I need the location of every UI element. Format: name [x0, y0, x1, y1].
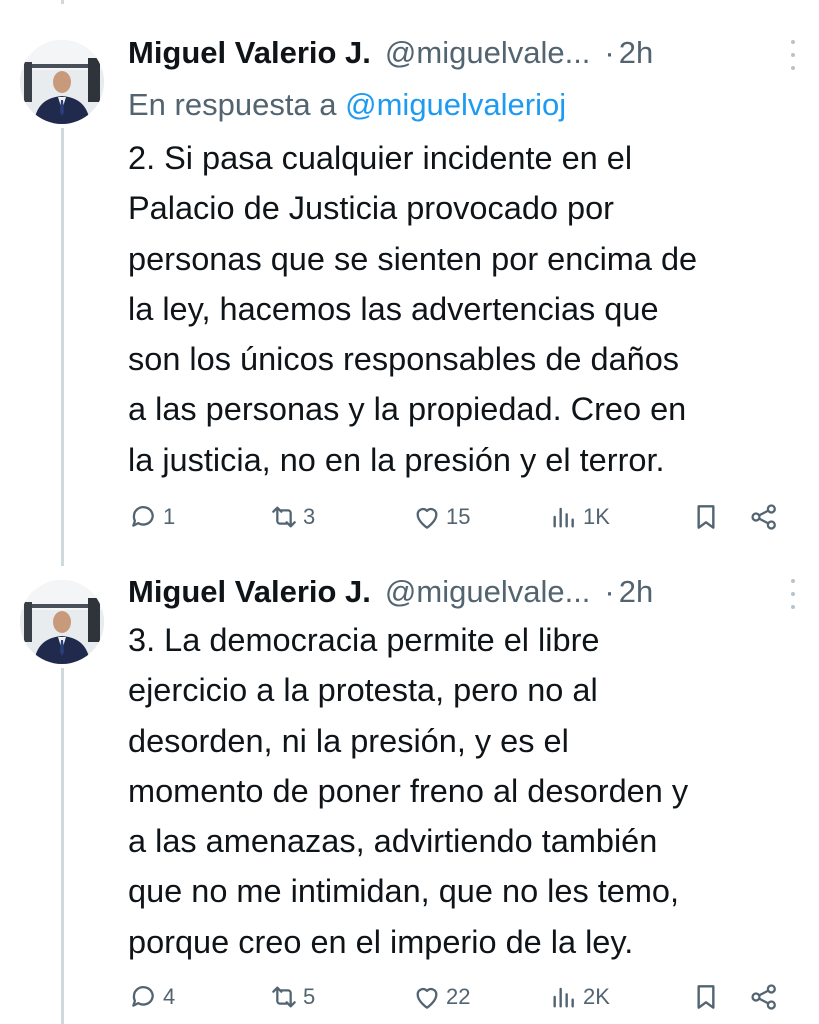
- views-button[interactable]: 1K: [548, 499, 610, 535]
- retweet-icon: [272, 986, 296, 1008]
- views-count: 1K: [583, 504, 610, 529]
- heart-icon: [416, 987, 438, 1009]
- reply-button[interactable]: 1: [128, 499, 175, 535]
- retweet-button[interactable]: 5: [268, 979, 315, 1015]
- timestamp[interactable]: 2h: [619, 572, 653, 612]
- like-button[interactable]: 22: [411, 979, 470, 1015]
- tweet[interactable]: Miguel Valerio J. @miguelvale... · 2h En…: [0, 0, 819, 560]
- heart-icon: [416, 507, 438, 529]
- more-vertical-icon[interactable]: [787, 579, 799, 609]
- bookmark-button[interactable]: [690, 499, 722, 535]
- reply-button[interactable]: 4: [128, 979, 175, 1015]
- like-count: 15: [446, 504, 471, 529]
- views-button[interactable]: 2K: [548, 979, 610, 1015]
- author-name[interactable]: Miguel Valerio J.: [128, 572, 371, 612]
- separator: ·: [604, 574, 615, 609]
- tweet[interactable]: Miguel Valerio J. @miguelvale... · 2h 3.…: [0, 560, 819, 1024]
- more-vertical-icon[interactable]: [787, 40, 799, 70]
- bookmark-icon: [697, 985, 715, 1009]
- tweet-text: 3. La democracia permite el libre ejerci…: [128, 622, 689, 960]
- share-icon: [751, 984, 776, 1010]
- reply-context: En respuesta a @miguelvalerioj: [128, 85, 566, 125]
- tweet-header: Miguel Valerio J. @miguelvale... · 2h: [128, 572, 807, 612]
- retweet-count: 3: [303, 504, 316, 529]
- author-handle[interactable]: @miguelvale...: [385, 33, 591, 73]
- bookmark-icon: [697, 505, 715, 529]
- author-name[interactable]: Miguel Valerio J.: [128, 33, 371, 73]
- views-icon: [553, 987, 574, 1008]
- reply-handle-link[interactable]: @miguelvalerioj: [345, 87, 566, 122]
- avatar[interactable]: [20, 580, 104, 664]
- views-count: 2K: [583, 984, 610, 1009]
- share-button[interactable]: [748, 979, 780, 1015]
- separator: ·: [604, 35, 615, 70]
- bookmark-button[interactable]: [690, 979, 722, 1015]
- views-icon: [553, 507, 574, 528]
- reply-count: 4: [163, 984, 176, 1009]
- like-button[interactable]: 15: [411, 499, 470, 535]
- share-icon: [751, 504, 776, 530]
- avatar-image: [20, 580, 104, 664]
- avatar[interactable]: [20, 40, 104, 124]
- like-count: 22: [446, 984, 471, 1009]
- reply-icon: [132, 506, 154, 527]
- reply-count: 1: [163, 504, 176, 529]
- retweet-button[interactable]: 3: [268, 499, 315, 535]
- action-bar: 1 3 15 1K: [128, 499, 788, 535]
- timestamp[interactable]: 2h: [619, 33, 653, 73]
- tweet-text: 2. Si pasa cualquier incidente en el Pal…: [128, 140, 698, 478]
- tweet-header: Miguel Valerio J. @miguelvale... · 2h: [128, 33, 807, 73]
- retweet-count: 5: [303, 984, 316, 1009]
- avatar-image: [20, 40, 104, 124]
- retweet-icon: [272, 506, 296, 528]
- author-handle[interactable]: @miguelvale...: [385, 572, 591, 612]
- share-button[interactable]: [748, 499, 780, 535]
- action-bar: 4 5 22 2K: [128, 979, 788, 1015]
- reply-prefix: En respuesta a: [128, 87, 346, 122]
- reply-icon: [132, 986, 154, 1007]
